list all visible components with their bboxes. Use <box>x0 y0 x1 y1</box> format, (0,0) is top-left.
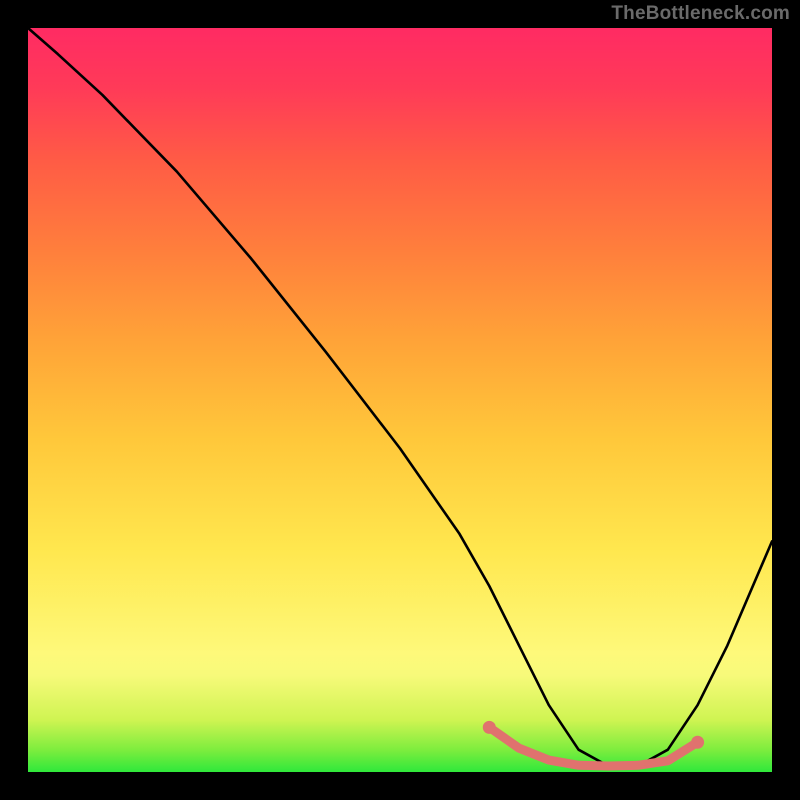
optimal-zone-marker-right <box>691 736 704 749</box>
watermark-text: TheBottleneck.com <box>611 3 790 25</box>
optimal-zone-curve <box>489 727 697 766</box>
bottleneck-curve <box>28 28 772 766</box>
chart-plot <box>28 28 772 772</box>
optimal-zone-marker-left <box>483 721 496 734</box>
chart-svg <box>28 28 772 772</box>
